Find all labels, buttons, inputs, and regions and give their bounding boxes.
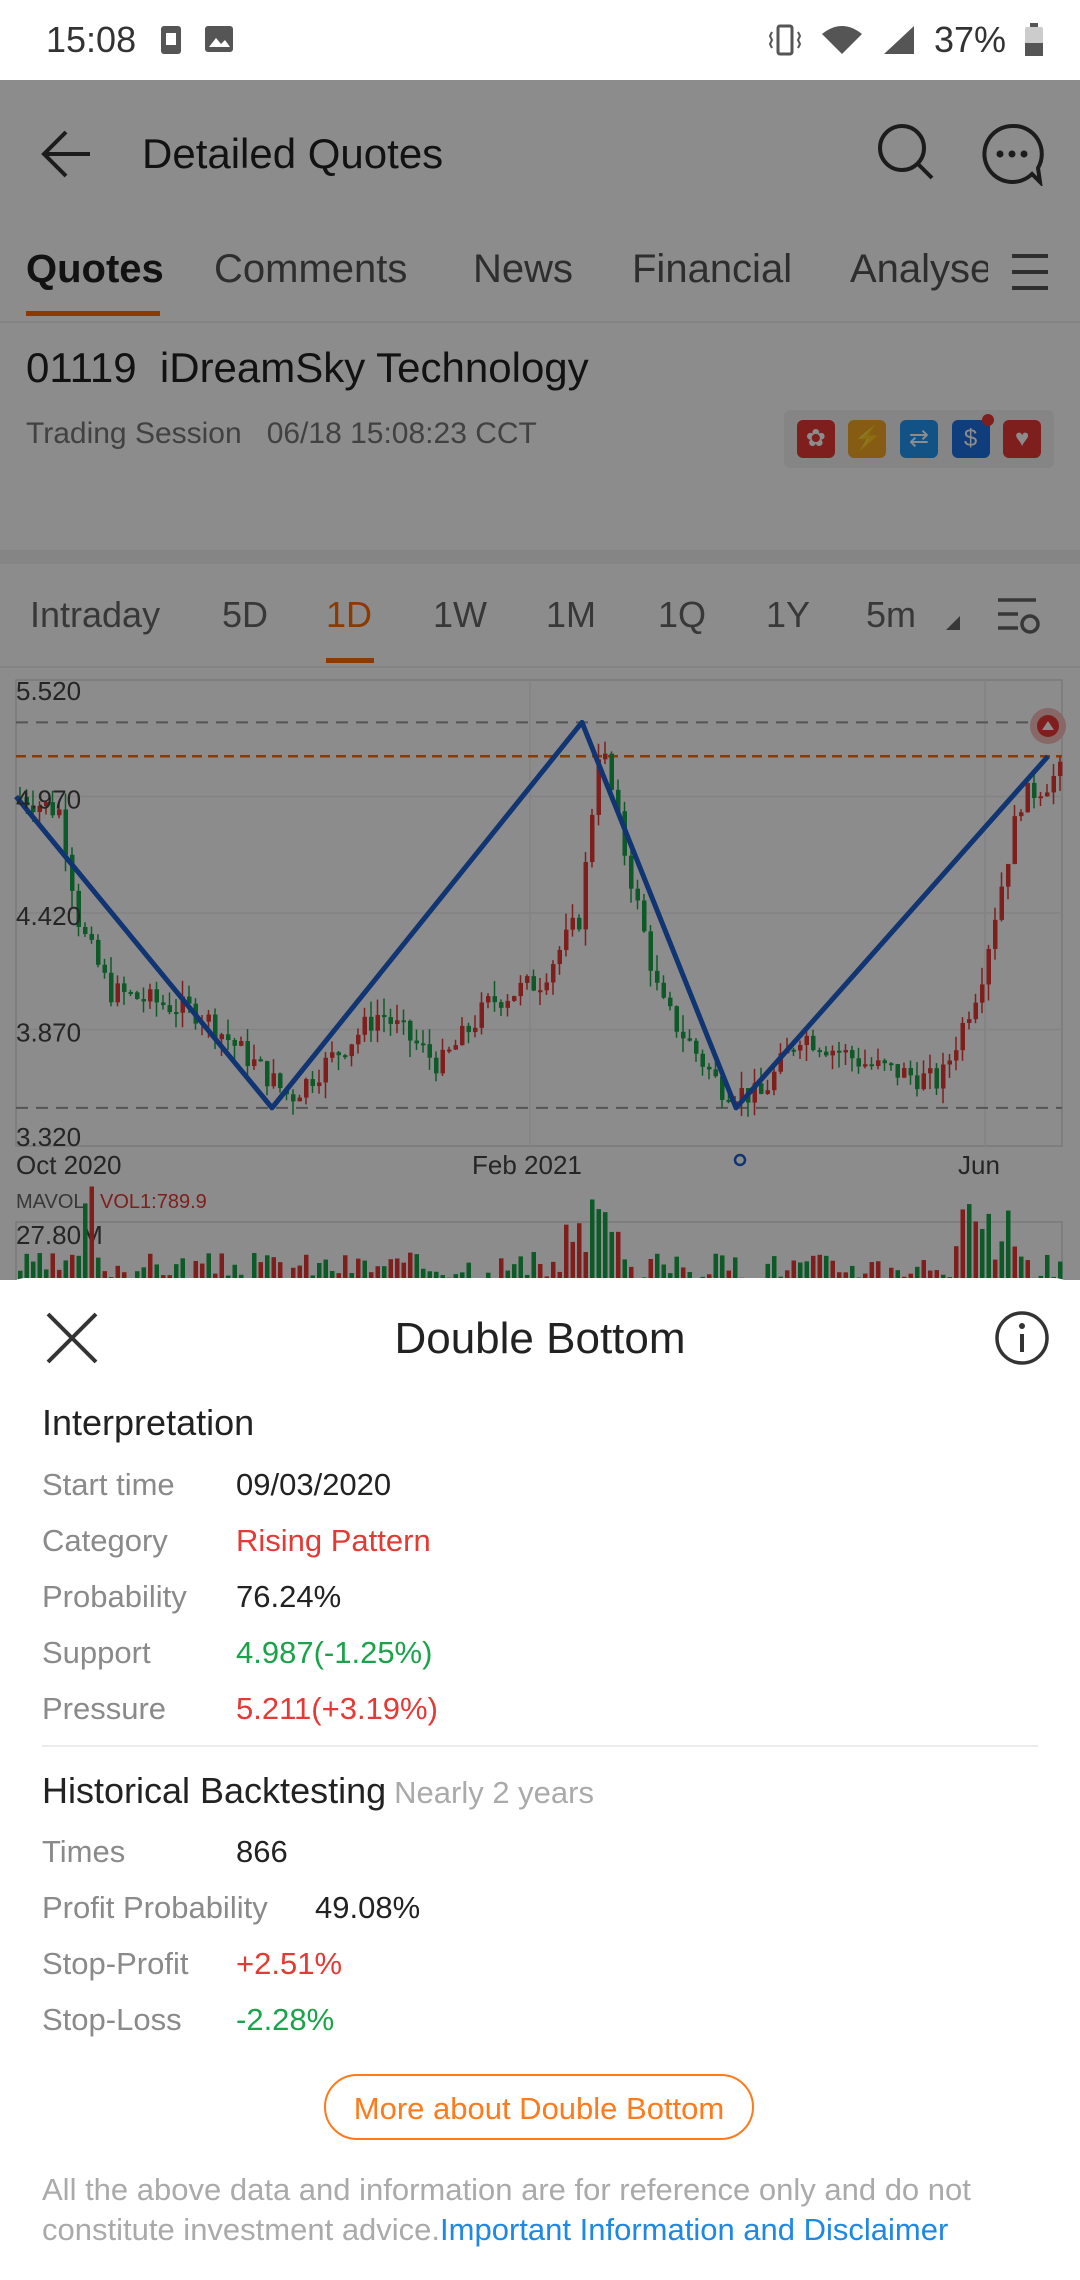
info-icon[interactable] [994,1310,1050,1366]
label-start-time: Start time [42,1467,175,1502]
image-icon [205,26,234,52]
signal-icon [883,26,914,54]
label-profit-probability: Profit Probability [42,1890,268,1925]
row-times: Times 866 [42,1834,288,1870]
value-support: 4.987(-1.25%) [236,1635,433,1670]
label-times: Times [42,1834,126,1869]
label-pressure: Pressure [42,1691,167,1726]
value-probability: 76.24% [236,1579,342,1614]
row-start-time: Start time 09/03/2020 [42,1467,391,1503]
wifi-icon [821,26,862,54]
row-stop-loss: Stop-Loss -2.28% [42,2002,334,2038]
disclaimer-link[interactable]: Important Information and Disclaimer [440,2212,948,2247]
label-stop-profit: Stop-Profit [42,1946,189,1981]
row-probability: Probability 76.24% [42,1579,341,1615]
battery-percent: 37% [933,19,1006,60]
more-about-button[interactable]: More about Double Bottom [324,2074,754,2140]
value-stop-loss: -2.28% [236,2002,335,2037]
interpretation-title: Interpretation [42,1402,255,1443]
status-time: 15:08 [46,19,137,60]
section-divider [42,1745,1038,1747]
label-stop-loss: Stop-Loss [42,2002,182,2037]
disclaimer: All the above data and information are f… [42,2170,1042,2250]
value-profit-probability: 49.08% [315,1890,421,1925]
sheet-title: Double Bottom [394,1314,686,1363]
value-times: 866 [236,1834,288,1869]
value-category: Rising Pattern [236,1523,431,1558]
row-pressure: Pressure 5.211(+3.19%) [42,1691,438,1727]
status-bar: 15:08 37% [0,0,1080,80]
sim-icon [161,26,182,54]
backtest-title-text: Historical Backtesting [42,1770,387,1811]
vibrate-icon [768,24,802,56]
label-support: Support [42,1635,151,1670]
row-profit-probability: Profit Probability 49.08% [42,1890,420,1926]
label-category: Category [42,1523,168,1558]
backtest-subtitle: Nearly 2 years [394,1775,594,1810]
pattern-sheet: Double Bottom Interpretation Start time 0… [0,1278,1080,2280]
backtest-title: Historical Backtesting Nearly 2 years [42,1770,594,1812]
battery-icon [1025,23,1043,56]
value-pressure: 5.211(+3.19%) [236,1691,438,1726]
modal-overlay[interactable] [0,80,1080,1280]
row-category: Category Rising Pattern [42,1523,431,1559]
row-support: Support 4.987(-1.25%) [42,1635,432,1671]
value-start-time: 09/03/2020 [236,1467,392,1502]
value-stop-profit: +2.51% [236,1946,343,1981]
label-probability: Probability [42,1579,187,1614]
row-stop-profit: Stop-Profit +2.51% [42,1946,342,1982]
